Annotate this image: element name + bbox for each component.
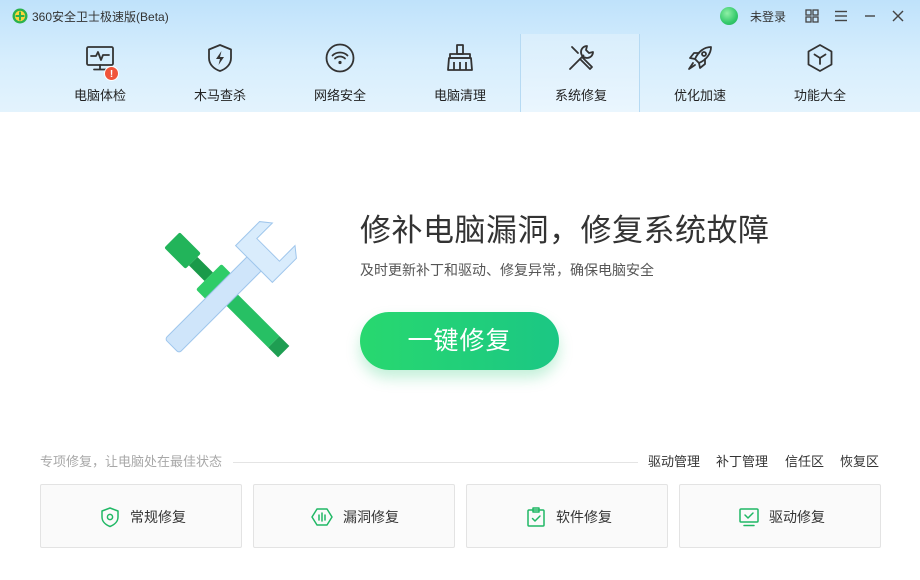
hexagon-cube-icon xyxy=(804,42,836,74)
card-label: 常规修复 xyxy=(130,509,186,525)
rocket-icon xyxy=(684,42,716,74)
clipboard-check-icon xyxy=(525,506,547,528)
card-driver-repair[interactable]: 驱动修复 xyxy=(679,484,881,548)
login-link[interactable]: 未登录 xyxy=(750,9,786,25)
card-label: 漏洞修复 xyxy=(343,509,399,525)
nav-label: 木马查杀 xyxy=(193,88,246,103)
menu-icon[interactable] xyxy=(833,8,849,24)
nav-label: 功能大全 xyxy=(793,88,846,103)
wifi-icon xyxy=(324,42,356,74)
hero-title: 修补电脑漏洞，修复系统故障 xyxy=(360,213,770,248)
close-icon[interactable] xyxy=(890,8,906,24)
app-window: 360安全卫士极速版(Beta) 未登录 ! 电脑体检 木马查杀 网络安全 电脑… xyxy=(0,0,920,580)
nav-label: 电脑体检 xyxy=(73,88,126,103)
card-software-repair[interactable]: 软件修复 xyxy=(466,484,668,548)
card-label: 软件修复 xyxy=(556,509,612,525)
section-label: 专项修复，让电脑处在最佳状态 xyxy=(40,454,223,469)
app-logo-icon xyxy=(12,8,28,24)
shield-icon xyxy=(99,506,121,528)
app-title: 360安全卫士极速版(Beta) xyxy=(32,10,169,24)
broom-icon xyxy=(444,42,476,74)
nav-item-network-security[interactable]: 网络安全 xyxy=(280,34,400,112)
main-nav: ! 电脑体检 木马查杀 网络安全 电脑清理 系统修复 优化加速 功能大全 xyxy=(40,34,880,112)
wrench-screwdriver-icon xyxy=(565,42,597,74)
header: 360安全卫士极速版(Beta) 未登录 ! 电脑体检 木马查杀 网络安全 电脑… xyxy=(0,0,920,112)
nav-item-all-features[interactable]: 功能大全 xyxy=(760,34,880,112)
nav-item-system-repair[interactable]: 系统修复 xyxy=(520,34,640,112)
nav-item-pc-checkup[interactable]: ! 电脑体检 xyxy=(40,34,160,112)
user-status-icon[interactable] xyxy=(720,7,738,25)
title-bar: 360安全卫士极速版(Beta) 未登录 xyxy=(0,0,920,34)
nav-item-optimize-speedup[interactable]: 优化加速 xyxy=(640,34,760,112)
card-routine-repair[interactable]: 常规修复 xyxy=(40,484,242,548)
repair-tools-illustration xyxy=(165,221,297,358)
nav-label: 系统修复 xyxy=(554,88,607,103)
section-divider xyxy=(233,462,638,463)
skin-grid-icon[interactable] xyxy=(804,8,820,24)
driver-management-link[interactable]: 驱动管理 xyxy=(648,454,700,470)
nav-label: 优化加速 xyxy=(673,88,726,103)
trust-zone-link[interactable]: 信任区 xyxy=(785,454,824,470)
hero-subtitle: 及时更新补丁和驱动、修复异常，确保电脑安全 xyxy=(360,262,654,278)
nav-item-trojan-scan[interactable]: 木马查杀 xyxy=(160,34,280,112)
one-click-repair-button[interactable]: 一键修复 xyxy=(360,312,559,370)
card-label: 驱动修复 xyxy=(769,509,825,525)
shield-bolt-icon xyxy=(204,42,236,74)
recovery-zone-link[interactable]: 恢复区 xyxy=(840,454,879,470)
nav-label: 电脑清理 xyxy=(433,88,486,103)
card-vulnerability-repair[interactable]: 漏洞修复 xyxy=(253,484,455,548)
alert-badge: ! xyxy=(104,66,119,81)
monitor-driver-icon xyxy=(738,506,760,528)
nav-item-pc-cleanup[interactable]: 电脑清理 xyxy=(400,34,520,112)
minimize-icon[interactable] xyxy=(862,8,878,24)
patch-management-link[interactable]: 补丁管理 xyxy=(716,454,768,470)
hexagon-bug-icon xyxy=(311,506,333,528)
nav-label: 网络安全 xyxy=(313,88,366,103)
